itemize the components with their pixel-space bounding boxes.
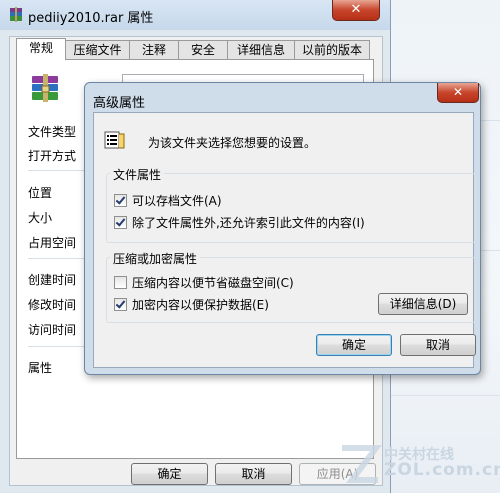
label-accessed: 访问时间 — [28, 323, 77, 337]
file-attributes-title: 文件属性 — [110, 166, 165, 183]
archive-checkbox-row[interactable]: 可以存档文件(A) — [114, 194, 222, 208]
dialog-close-button[interactable]: ✕ — [437, 83, 479, 103]
encrypt-checkbox-label: 加密内容以便保护数据(E) — [132, 298, 269, 312]
label-created: 创建时间 — [28, 273, 77, 287]
properties-window-title: pediiy2010.rar 属性 — [28, 11, 154, 26]
ok-button[interactable]: 确定 — [316, 334, 392, 356]
properties-titlebar[interactable]: pediiy2010.rar 属性 ✕ — [0, 0, 390, 30]
label-open-with: 打开方式 — [28, 149, 77, 163]
index-checkbox-label: 除了文件属性外,还允许索引此文件的内容(I) — [132, 216, 365, 230]
details-button[interactable]: 详细信息(D) — [378, 293, 468, 315]
index-checkbox[interactable] — [114, 216, 127, 229]
label-location: 位置 — [28, 186, 53, 200]
watermark-text-en: ZOL.com.cn — [384, 460, 500, 480]
dialog-description: 为该文件夹选择您想要的设置。 — [148, 136, 317, 150]
bg-line — [380, 395, 500, 396]
cancel-button[interactable]: 取消 — [400, 334, 476, 356]
label-file-type: 文件类型 — [28, 125, 77, 139]
back-cancel-button[interactable]: 取消 — [215, 463, 292, 485]
archive-checkbox[interactable] — [114, 194, 127, 207]
close-icon: ✕ — [350, 2, 362, 17]
tab-archive[interactable]: 压缩文件 — [65, 40, 130, 59]
winrar-icon — [10, 7, 22, 22]
close-button[interactable]: ✕ — [332, 0, 380, 21]
back-ok-button[interactable]: 确定 — [131, 463, 208, 485]
compress-checkbox-label: 压缩内容以便节省磁盘空间(C) — [132, 276, 294, 290]
tab-security[interactable]: 安全 — [178, 40, 228, 59]
compress-checkbox[interactable] — [114, 276, 127, 289]
encrypt-checkbox[interactable] — [114, 298, 127, 311]
encrypt-checkbox-row[interactable]: 加密内容以便保护数据(E) — [114, 298, 269, 312]
close-icon: ✕ — [452, 85, 464, 99]
archive-checkbox-label: 可以存档文件(A) — [132, 194, 222, 208]
settings-list-icon — [104, 131, 125, 149]
tab-general[interactable]: 常规 — [16, 38, 66, 60]
rar-file-icon — [32, 74, 58, 102]
index-checkbox-row[interactable]: 除了文件属性外,还允许索引此文件的内容(I) — [114, 216, 365, 230]
tab-previous-versions[interactable]: 以前的版本 — [294, 40, 370, 59]
tab-details[interactable]: 详细信息 — [227, 40, 295, 59]
label-attributes: 属性 — [28, 361, 53, 375]
compress-encrypt-title: 压缩或加密属性 — [110, 250, 201, 267]
label-size-on-disk: 占用空间 — [28, 236, 77, 250]
tab-comment[interactable]: 注释 — [129, 40, 179, 59]
label-modified: 修改时间 — [28, 298, 77, 312]
dialog-title: 高级属性 — [93, 96, 146, 111]
label-size: 大小 — [28, 211, 53, 225]
file-attributes-group — [106, 173, 476, 243]
compress-checkbox-row[interactable]: 压缩内容以便节省磁盘空间(C) — [114, 276, 294, 290]
